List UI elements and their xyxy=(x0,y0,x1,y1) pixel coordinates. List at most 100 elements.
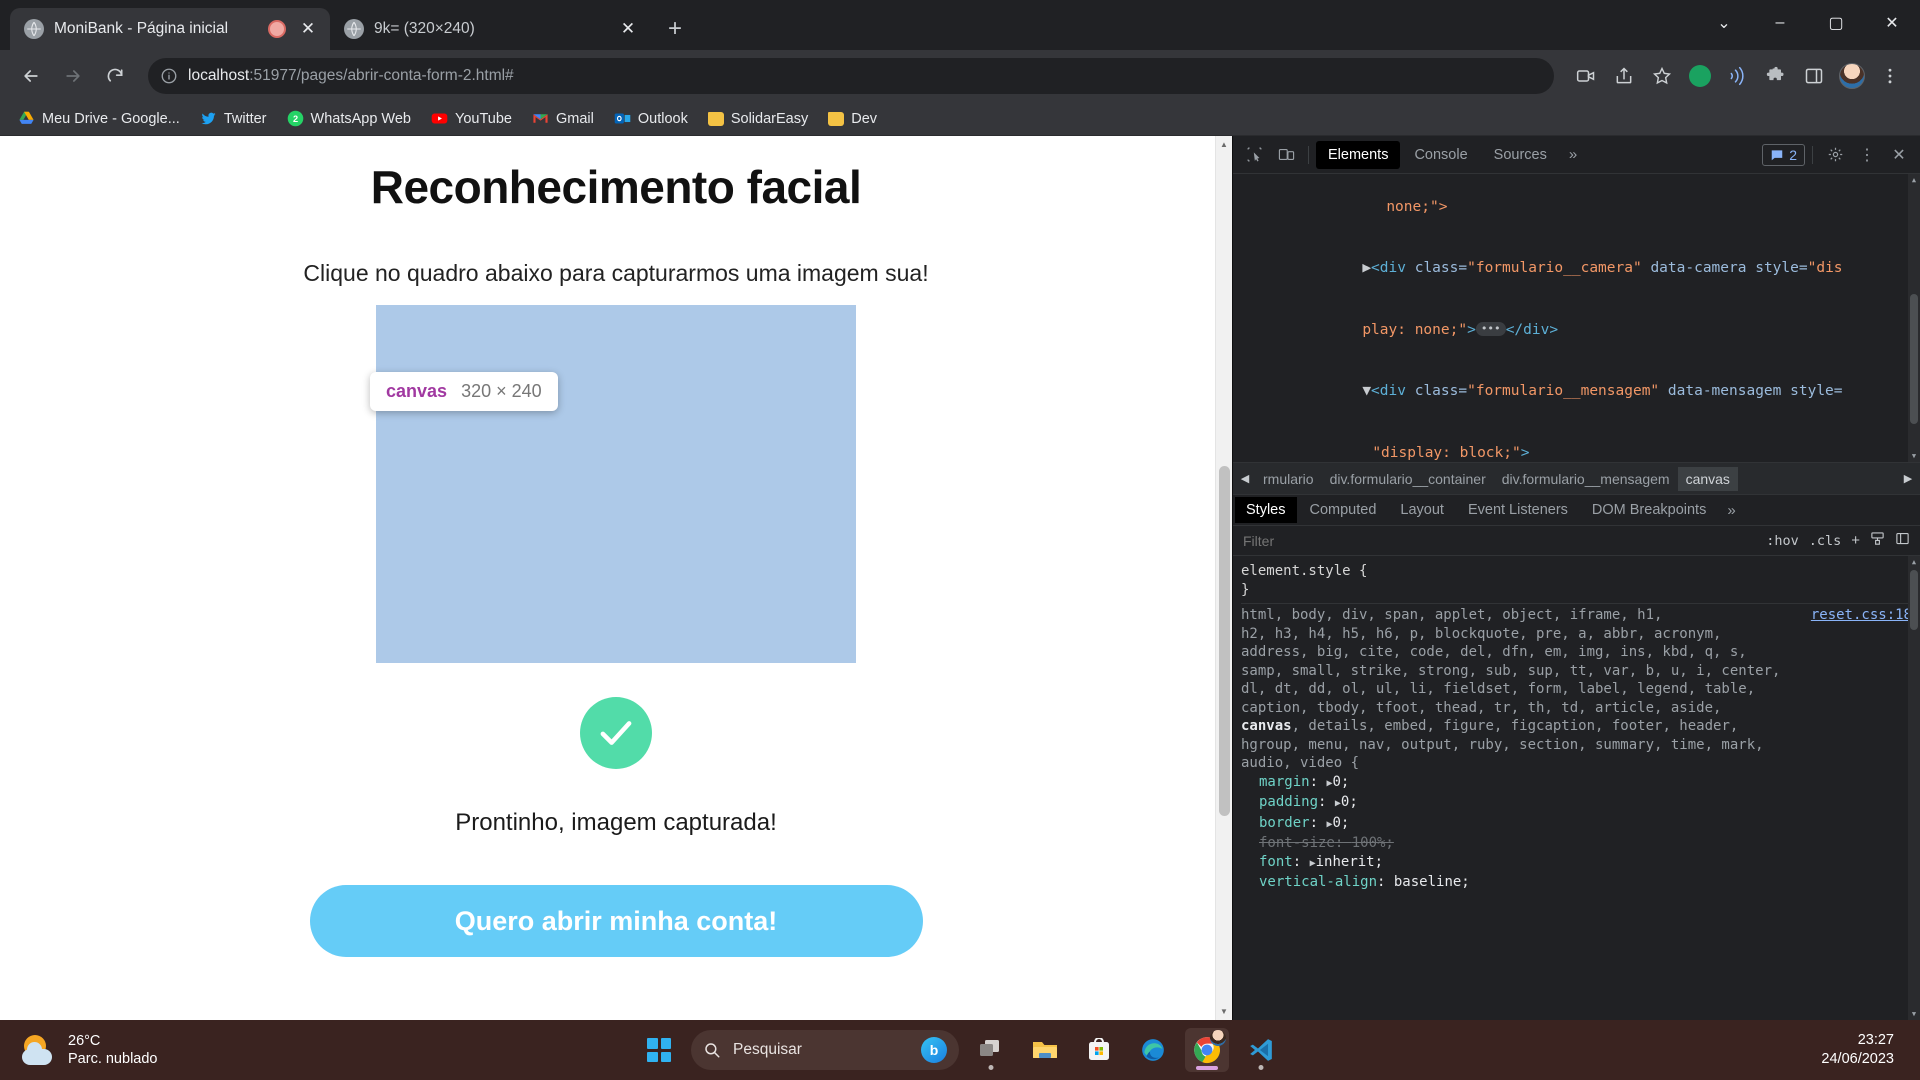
bookmark-twitter[interactable]: Twitter xyxy=(190,106,277,131)
browser-tab-1[interactable]: MoniBank - Página inicial ✕ xyxy=(10,8,330,50)
dom-line-mensagem-div-cont[interactable]: "display: block;"> xyxy=(1233,422,1920,462)
declaration-font[interactable]: font: ▶inherit; xyxy=(1241,853,1912,874)
dom-scrollbar-thumb[interactable] xyxy=(1910,294,1918,424)
dom-tree[interactable]: none;"> ▶<div class="formulario__camera"… xyxy=(1233,174,1920,462)
breadcrumb-scroll-right-icon[interactable]: ▶ xyxy=(1898,472,1918,485)
sidebar-tab-computed[interactable]: Computed xyxy=(1299,497,1388,523)
close-window-button[interactable]: ✕ xyxy=(1864,0,1920,46)
scroll-up-arrow-icon[interactable]: ▲ xyxy=(1216,136,1232,153)
issues-counter[interactable]: 2 xyxy=(1762,143,1805,166)
scroll-down-arrow-icon[interactable]: ▼ xyxy=(1908,450,1920,462)
devtools-tabs-overflow-icon[interactable]: » xyxy=(1561,142,1585,167)
collapse-triangle-icon[interactable]: ▼ xyxy=(1324,383,1371,399)
minimize-button[interactable]: ‒ xyxy=(1752,0,1808,46)
expand-triangle-icon[interactable]: ▶ xyxy=(1324,260,1371,276)
reload-button[interactable] xyxy=(96,57,134,95)
styles-scrollbar-thumb[interactable] xyxy=(1910,570,1918,630)
hov-toggle-button[interactable]: :hov xyxy=(1766,533,1799,549)
gear-icon[interactable] xyxy=(1820,141,1850,169)
dom-line-camera-div[interactable]: ▶<div class="formulario__camera" data-ca… xyxy=(1233,238,1920,300)
screen-capture-icon[interactable] xyxy=(1568,58,1604,94)
computed-styles-brush-icon[interactable] xyxy=(1870,531,1885,550)
bookmark-outlook[interactable]: Outlook xyxy=(604,106,698,131)
tab-search-chevron-down-icon[interactable]: ⌄ xyxy=(1696,0,1752,46)
bing-chat-icon[interactable]: b xyxy=(921,1037,947,1063)
taskbar-clock[interactable]: 23:27 24/06/2023 xyxy=(1821,1031,1894,1069)
bookmark-folder-dev[interactable]: Dev xyxy=(818,107,887,131)
devtools-tab-console[interactable]: Console xyxy=(1402,141,1479,169)
maximize-button[interactable]: ▢ xyxy=(1808,0,1864,46)
bookmark-star-icon[interactable] xyxy=(1644,58,1680,94)
breadcrumb-item-canvas[interactable]: canvas xyxy=(1677,466,1738,491)
dom-line-camera-div-cont[interactable]: play: none;"> ••• </div> xyxy=(1233,299,1920,361)
devtools-menu-icon[interactable]: ⋮ xyxy=(1852,141,1882,169)
page-scrollbar-thumb[interactable] xyxy=(1219,466,1230,816)
declaration-font-size[interactable]: font-size: 100%; xyxy=(1241,834,1912,853)
vs-code-button[interactable] xyxy=(1239,1028,1283,1072)
declaration-margin[interactable]: margin: ▶0; xyxy=(1241,773,1912,794)
collapsed-children-icon[interactable]: ••• xyxy=(1475,321,1506,336)
dom-line-mensagem-div[interactable]: ▼<div class="formulario__mensagem" data-… xyxy=(1233,361,1920,423)
sidebar-tab-styles[interactable]: Styles xyxy=(1235,497,1297,523)
inspect-element-icon[interactable] xyxy=(1239,141,1269,169)
declaration-padding[interactable]: padding: ▶0; xyxy=(1241,793,1912,814)
styles-filter-input[interactable] xyxy=(1243,532,1423,549)
site-info-icon[interactable] xyxy=(160,67,178,85)
open-account-button[interactable]: Quero abrir minha conta! xyxy=(309,885,923,957)
tab-close-button[interactable]: ✕ xyxy=(296,17,320,41)
bookmark-youtube[interactable]: YouTube xyxy=(421,106,522,131)
devtools-close-icon[interactable]: ✕ xyxy=(1884,141,1914,169)
tab-close-button[interactable]: ✕ xyxy=(616,17,640,41)
sidebar-tab-layout[interactable]: Layout xyxy=(1389,497,1455,523)
scroll-down-arrow-icon[interactable]: ▼ xyxy=(1216,1003,1232,1020)
styles-scrollbar[interactable]: ▲ ▼ xyxy=(1908,556,1920,1020)
google-chrome-button[interactable] xyxy=(1185,1028,1229,1072)
microsoft-store-button[interactable] xyxy=(1077,1028,1121,1072)
breadcrumb-item-formulario[interactable]: rmulario xyxy=(1255,467,1322,491)
devtools-tab-sources[interactable]: Sources xyxy=(1482,141,1559,169)
browser-tab-2[interactable]: 9k= (320×240) ✕ xyxy=(330,8,650,50)
start-button[interactable] xyxy=(637,1028,681,1072)
sidebar-tab-dom-breakpoints[interactable]: DOM Breakpoints xyxy=(1581,497,1717,523)
file-explorer-button[interactable] xyxy=(1023,1028,1067,1072)
back-button[interactable] xyxy=(12,57,50,95)
devtools-tab-elements[interactable]: Elements xyxy=(1316,140,1401,169)
style-rule-reset-css[interactable]: reset.css:18 html, body, div, span, appl… xyxy=(1241,604,1912,896)
forward-button[interactable] xyxy=(54,57,92,95)
breadcrumb-item-container[interactable]: div.formulario__container xyxy=(1322,467,1494,491)
weather-widget[interactable]: 26°C Parc. nublado xyxy=(0,1032,157,1068)
taskbar-search[interactable]: Pesquisar b xyxy=(691,1030,959,1070)
breadcrumb-scroll-left-icon[interactable]: ◀ xyxy=(1235,472,1255,485)
breadcrumb-item-mensagem[interactable]: div.formulario__mensagem xyxy=(1494,467,1678,491)
microsoft-edge-button[interactable] xyxy=(1131,1028,1175,1072)
scroll-down-arrow-icon[interactable]: ▼ xyxy=(1908,1008,1920,1020)
share-icon[interactable] xyxy=(1606,58,1642,94)
bookmark-gmail[interactable]: Gmail xyxy=(522,106,604,131)
extensions-puzzle-icon[interactable] xyxy=(1758,58,1794,94)
style-rule-element-style[interactable]: element.style { } xyxy=(1241,560,1912,604)
sidebar-tab-event-listeners[interactable]: Event Listeners xyxy=(1457,497,1579,523)
bookmark-meu-drive[interactable]: Meu Drive - Google... xyxy=(8,106,190,131)
page-scrollbar[interactable]: ▲ ▼ xyxy=(1215,136,1232,1020)
style-source-link[interactable]: reset.css:18 xyxy=(1811,606,1912,625)
address-bar[interactable]: localhost:51977/pages/abrir-conta-form-2… xyxy=(148,58,1554,94)
bookmark-whatsapp-web[interactable]: 2 WhatsApp Web xyxy=(277,106,421,131)
scroll-up-arrow-icon[interactable]: ▲ xyxy=(1908,556,1920,568)
toggle-sidebar-panel-icon[interactable] xyxy=(1895,531,1910,550)
declaration-vertical-align[interactable]: vertical-align: baseline; xyxy=(1241,873,1912,892)
profile-avatar[interactable] xyxy=(1834,58,1870,94)
extension-password-icon[interactable] xyxy=(1682,58,1718,94)
bookmark-folder-solidareasy[interactable]: SolidarEasy xyxy=(698,107,818,131)
styles-pane[interactable]: element.style { } reset.css:18 html, bod… xyxy=(1233,556,1920,1020)
device-toolbar-icon[interactable] xyxy=(1271,141,1301,169)
sidebar-tabs-overflow-icon[interactable]: » xyxy=(1719,498,1743,523)
side-panel-icon[interactable] xyxy=(1796,58,1832,94)
chrome-menu-button[interactable] xyxy=(1872,58,1908,94)
video-canvas[interactable] xyxy=(376,305,856,663)
new-tab-button[interactable]: + xyxy=(658,12,692,46)
scroll-up-arrow-icon[interactable]: ▲ xyxy=(1908,174,1920,186)
cls-toggle-button[interactable]: .cls xyxy=(1809,533,1842,549)
dom-tree-scrollbar[interactable]: ▲ ▼ xyxy=(1908,174,1920,462)
taskview-button[interactable] xyxy=(969,1028,1013,1072)
new-style-rule-plus-icon[interactable]: + xyxy=(1851,532,1860,549)
